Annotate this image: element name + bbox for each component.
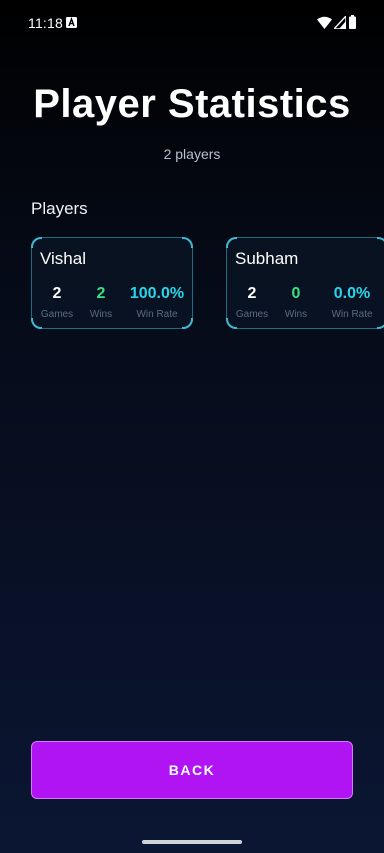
- corner-accent: [377, 237, 384, 248]
- games-stat: 2 Games: [38, 284, 76, 323]
- win-rate-label: Win Rate: [331, 309, 373, 320]
- games-label: Games: [40, 309, 74, 320]
- wins-stat: 0 Wins: [279, 284, 313, 323]
- player-card-subham[interactable]: Subham 2 Games 0 Wins 0.0% Win Rate: [226, 237, 384, 329]
- player-name: Vishal: [40, 249, 86, 268]
- player-card-vishal[interactable]: Vishal 2 Games 2 Wins 100.0% Win Rate: [31, 237, 193, 329]
- games-value: 2: [52, 285, 62, 302]
- win-rate-label: Win Rate: [136, 309, 178, 320]
- player-name: Subham: [235, 249, 299, 268]
- wins-stat: 2 Wins: [84, 284, 118, 323]
- players-heading: Players: [31, 199, 88, 218]
- status-bar: 11:18: [0, 0, 384, 46]
- notification-a-icon: [66, 17, 77, 28]
- wins-label: Wins: [284, 309, 308, 320]
- wins-value: 2: [96, 285, 106, 302]
- battery-icon: [349, 15, 356, 29]
- corner-accent: [31, 237, 42, 248]
- wins-label: Wins: [89, 309, 113, 320]
- games-label: Games: [235, 309, 269, 320]
- player-count: 2 players: [163, 146, 221, 162]
- home-indicator[interactable]: [142, 840, 242, 844]
- page-title: Player Statistics: [33, 82, 351, 126]
- back-button[interactable]: BACK: [31, 741, 353, 799]
- win-rate-stat: 100.0% Win Rate: [124, 284, 190, 323]
- win-rate-value: 100.0%: [129, 285, 185, 302]
- corner-accent: [226, 237, 237, 248]
- corner-accent: [182, 237, 193, 248]
- signal-icon: [334, 16, 346, 29]
- games-stat: 2 Games: [233, 284, 271, 323]
- win-rate-value: 0.0%: [333, 285, 371, 302]
- wins-value: 0: [291, 285, 301, 302]
- win-rate-stat: 0.0% Win Rate: [319, 284, 384, 323]
- status-time: 11:18: [28, 15, 63, 31]
- wifi-icon: [317, 16, 332, 29]
- games-value: 2: [247, 285, 257, 302]
